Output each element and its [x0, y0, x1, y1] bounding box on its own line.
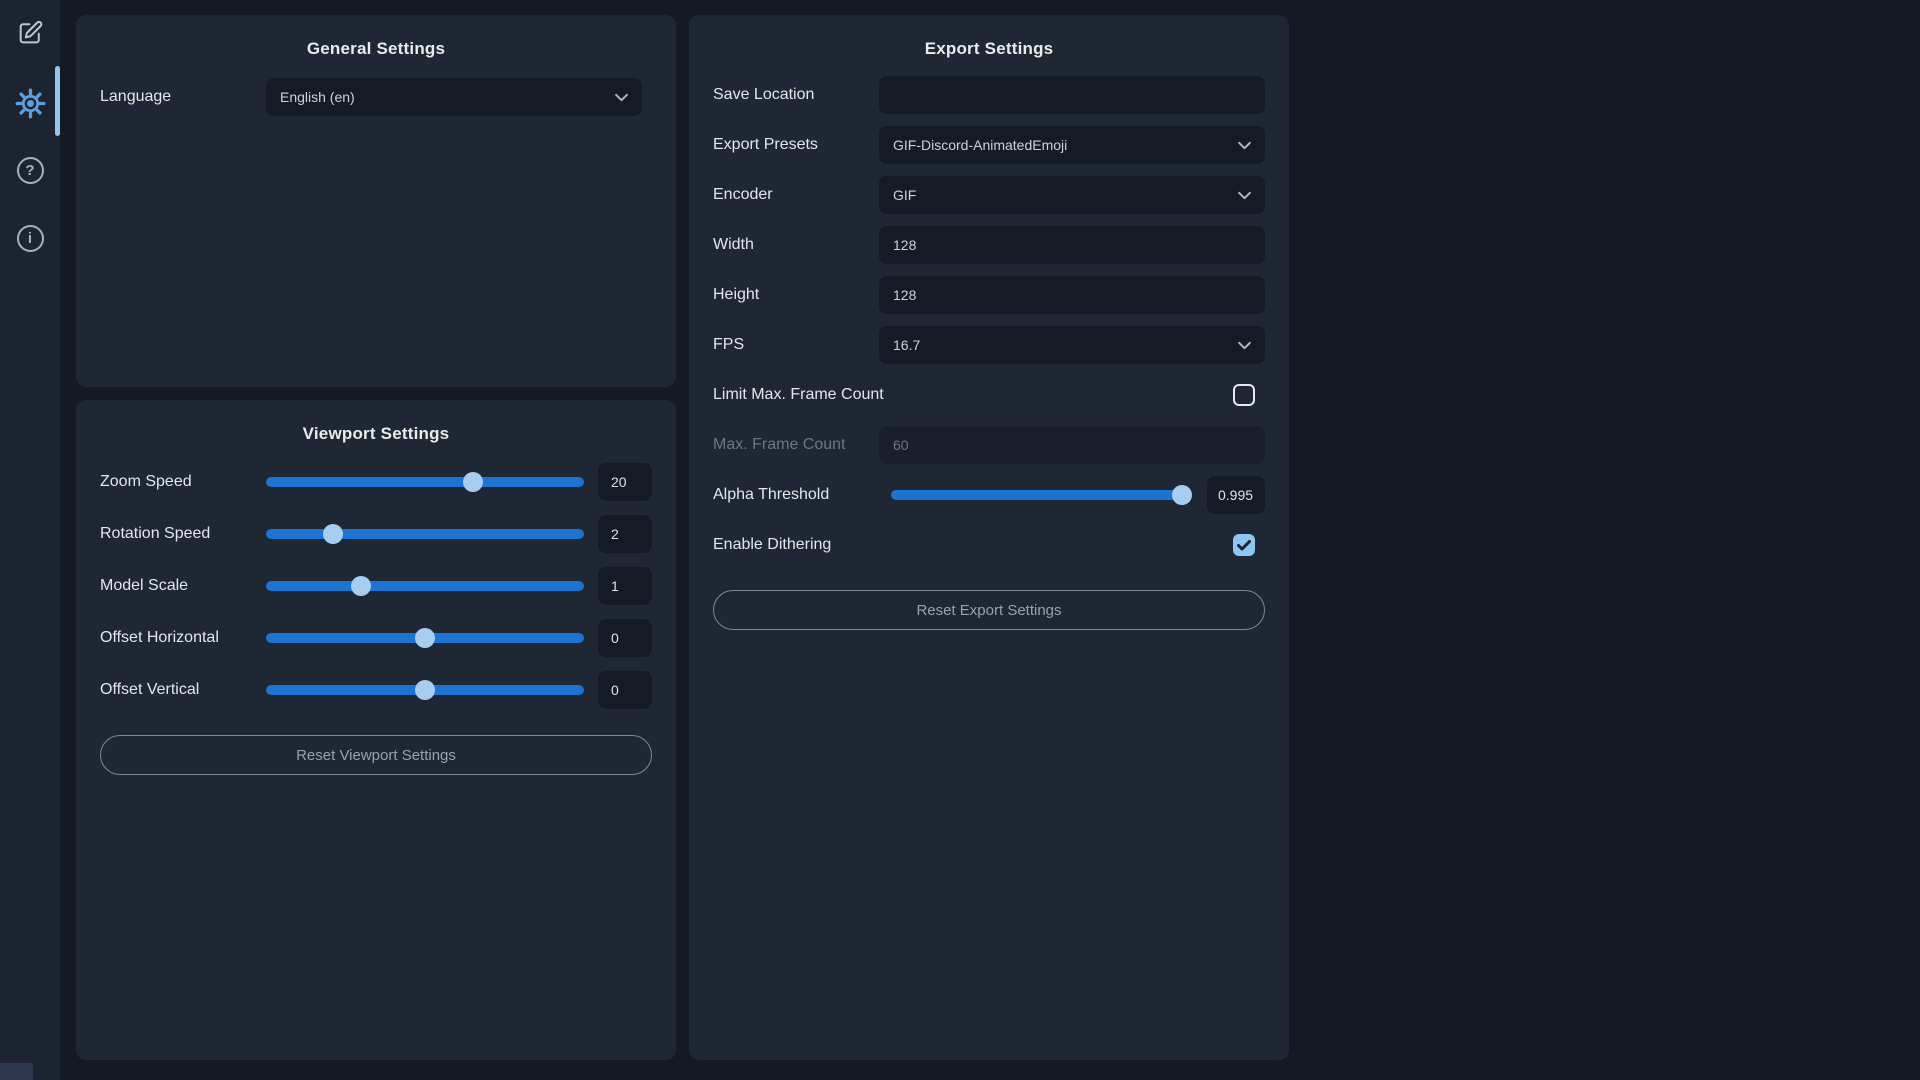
save-location-row: Save Location	[713, 76, 1265, 114]
sidebar-item-info[interactable]: i	[0, 213, 60, 263]
offset-horizontal-label: Offset Horizontal	[100, 629, 266, 647]
max-frame-count-label: Max. Frame Count	[713, 436, 879, 454]
enable-dithering-checkbox[interactable]	[1233, 534, 1255, 556]
width-input[interactable]: 128	[879, 226, 1265, 264]
offset-vertical-row: Offset Vertical 0	[100, 671, 652, 709]
sidebar-item-edit[interactable]	[0, 8, 60, 58]
export-settings-panel: Export Settings Save Location Export Pre…	[689, 15, 1289, 1060]
export-settings-title: Export Settings	[713, 15, 1265, 59]
alpha-threshold-row: Alpha Threshold 0.995	[713, 476, 1265, 514]
alpha-threshold-label: Alpha Threshold	[713, 486, 879, 504]
language-select-value: English (en)	[280, 89, 355, 105]
enable-dithering-row: Enable Dithering	[713, 526, 1265, 564]
help-icon: ?	[17, 157, 44, 184]
offset-horizontal-row: Offset Horizontal 0	[100, 619, 652, 657]
slider-thumb[interactable]	[351, 576, 371, 596]
fps-row: FPS 16.7	[713, 326, 1265, 364]
encoder-select[interactable]: GIF	[879, 176, 1265, 214]
language-label: Language	[100, 88, 266, 106]
limit-max-frame-count-checkbox[interactable]	[1233, 384, 1255, 406]
gear-icon	[15, 88, 46, 119]
height-row: Height 128	[713, 276, 1265, 314]
chevron-down-icon	[1238, 191, 1251, 200]
limit-max-frame-count-label: Limit Max. Frame Count	[713, 386, 1233, 404]
width-row: Width 128	[713, 226, 1265, 264]
rotation-speed-row: Rotation Speed 2	[100, 515, 652, 553]
offset-vertical-value[interactable]: 0	[598, 671, 652, 709]
sidebar: ? i	[0, 0, 60, 1080]
offset-horizontal-slider[interactable]	[266, 619, 584, 657]
fps-value: 16.7	[893, 337, 920, 353]
height-label: Height	[713, 286, 879, 304]
edit-icon	[16, 19, 44, 47]
zoom-speed-value[interactable]: 20	[598, 463, 652, 501]
info-icon: i	[17, 225, 44, 252]
chevron-down-icon	[615, 93, 628, 102]
reset-export-settings-button[interactable]: Reset Export Settings	[713, 590, 1265, 630]
max-frame-count-input: 60	[879, 426, 1265, 464]
slider-thumb[interactable]	[415, 628, 435, 648]
model-scale-row: Model Scale 1	[100, 567, 652, 605]
app-window: ? i General Settings Language English (e…	[0, 0, 1920, 1080]
slider-thumb[interactable]	[1172, 485, 1192, 505]
chevron-down-icon	[1238, 141, 1251, 150]
export-presets-value: GIF-Discord-AnimatedEmoji	[893, 137, 1067, 153]
fps-select[interactable]: 16.7	[879, 326, 1265, 364]
active-tab-indicator	[55, 66, 60, 136]
export-presets-row: Export Presets GIF-Discord-AnimatedEmoji	[713, 126, 1265, 164]
general-settings-title: General Settings	[100, 15, 652, 59]
alpha-threshold-slider[interactable]	[891, 476, 1191, 514]
offset-vertical-slider[interactable]	[266, 671, 584, 709]
model-scale-value[interactable]: 1	[598, 567, 652, 605]
model-scale-slider[interactable]	[266, 567, 584, 605]
height-input[interactable]: 128	[879, 276, 1265, 314]
limit-max-frame-count-row: Limit Max. Frame Count	[713, 376, 1265, 414]
zoom-speed-row: Zoom Speed 20	[100, 463, 652, 501]
offset-horizontal-value[interactable]: 0	[598, 619, 652, 657]
fps-label: FPS	[713, 336, 879, 354]
slider-thumb[interactable]	[415, 680, 435, 700]
width-label: Width	[713, 236, 879, 254]
general-settings-panel: General Settings Language English (en)	[76, 15, 676, 387]
viewport-settings-panel: Viewport Settings Zoom Speed 20 Rotation…	[76, 400, 676, 1060]
sidebar-corner	[0, 1063, 33, 1080]
save-location-input[interactable]	[879, 76, 1265, 114]
max-frame-count-row: Max. Frame Count 60	[713, 426, 1265, 464]
encoder-row: Encoder GIF	[713, 176, 1265, 214]
slider-thumb[interactable]	[463, 472, 483, 492]
sidebar-item-help[interactable]: ?	[0, 145, 60, 195]
encoder-label: Encoder	[713, 186, 879, 204]
viewport-settings-title: Viewport Settings	[100, 400, 652, 444]
zoom-speed-label: Zoom Speed	[100, 473, 266, 491]
slider-thumb[interactable]	[323, 524, 343, 544]
encoder-value: GIF	[893, 187, 916, 203]
reset-viewport-settings-button[interactable]: Reset Viewport Settings	[100, 735, 652, 775]
model-scale-label: Model Scale	[100, 577, 266, 595]
zoom-speed-slider[interactable]	[266, 463, 584, 501]
rotation-speed-label: Rotation Speed	[100, 525, 266, 543]
chevron-down-icon	[1238, 341, 1251, 350]
alpha-threshold-value[interactable]: 0.995	[1207, 476, 1265, 514]
export-presets-label: Export Presets	[713, 136, 879, 154]
rotation-speed-slider[interactable]	[266, 515, 584, 553]
offset-vertical-label: Offset Vertical	[100, 681, 266, 699]
save-location-label: Save Location	[713, 86, 879, 104]
enable-dithering-label: Enable Dithering	[713, 536, 1233, 554]
sidebar-item-settings[interactable]	[0, 78, 60, 128]
export-presets-select[interactable]: GIF-Discord-AnimatedEmoji	[879, 126, 1265, 164]
language-select[interactable]: English (en)	[266, 78, 642, 116]
language-row: Language English (en)	[100, 78, 652, 116]
checkmark-icon	[1237, 540, 1251, 551]
rotation-speed-value[interactable]: 2	[598, 515, 652, 553]
